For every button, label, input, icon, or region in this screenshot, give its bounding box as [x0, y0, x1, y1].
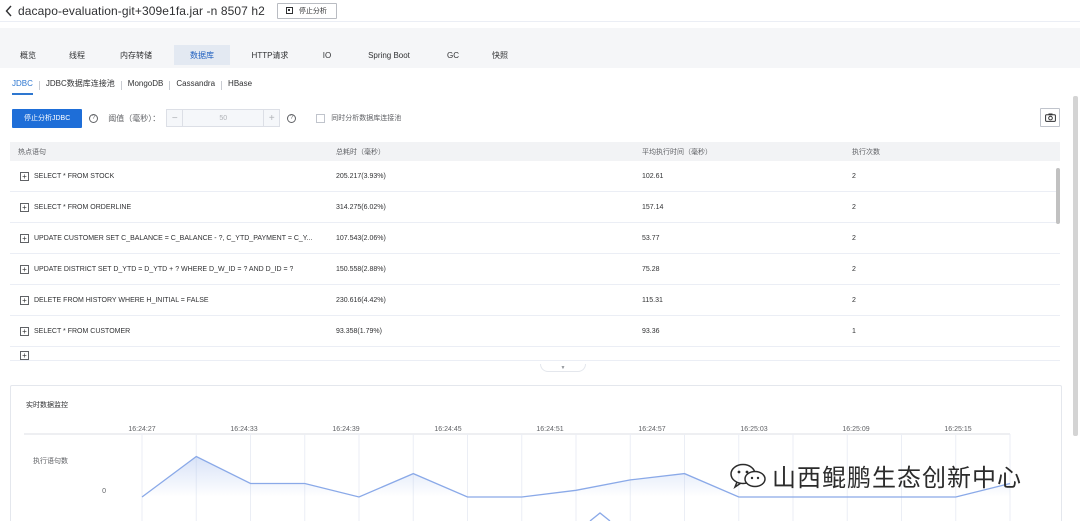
tab-overview[interactable]: 概览 — [0, 45, 56, 65]
wechat-icon — [730, 463, 766, 489]
stop-analysis-button[interactable]: 停止分析 — [276, 2, 337, 19]
tab-memory-dump[interactable]: 内存转储 — [98, 45, 174, 65]
total-time: 230.616(4.42%) — [336, 296, 386, 304]
sql-statement: UPDATE DISTRICT SET D_YTD = D_YTD + ? WH… — [34, 265, 294, 273]
sql-statement: SELECT * FROM ORDERLINE — [34, 203, 132, 211]
col-header-statement[interactable]: 热点语句 — [10, 147, 332, 157]
expand-icon[interactable]: + — [20, 171, 29, 181]
subtab-jdbc-pool[interactable]: JDBC数据库连接池 — [46, 77, 115, 93]
snapshot-camera-button[interactable] — [1040, 108, 1060, 127]
help-icon[interactable]: ? — [89, 113, 99, 123]
realtime-monitor-panel: 实时数据监控 — [10, 385, 1062, 521]
total-time: 314.275(6.02%) — [336, 203, 386, 211]
threshold-stepper[interactable]: − 50 + — [166, 109, 281, 127]
page-scrollbar[interactable] — [1073, 96, 1078, 436]
separator — [169, 80, 171, 90]
decrement-icon[interactable]: − — [167, 110, 184, 126]
jdbc-toolbar: 停止分析JDBC ? 阈值（毫秒）： − 50 + ? 同时分析数据库连接池 — [12, 108, 401, 128]
table-row[interactable]: + UPDATE CUSTOMER SET C_BALANCE = C_BALAN… — [10, 223, 1060, 254]
subtab-mongodb[interactable]: MongoDB — [128, 77, 164, 93]
total-time: 150.558(2.88%) — [336, 265, 386, 273]
increment-icon[interactable]: + — [263, 110, 280, 126]
stop-icon — [285, 7, 293, 14]
expand-icon[interactable]: + — [20, 264, 29, 274]
expand-icon[interactable]: + — [20, 202, 29, 212]
title-bar: dacapo-evaluation-git+309e1fa.jar -n 850… — [0, 0, 1080, 22]
total-time: 107.543(2.06%) — [336, 234, 386, 242]
table-row[interactable]: + SELECT * FROM CUSTOMER 93.358(1.79%) 93… — [10, 316, 1060, 347]
tab-snapshot[interactable]: 快照 — [472, 45, 528, 65]
panel-title: 实时数据监控 — [26, 402, 68, 409]
exec-count: 2 — [852, 203, 856, 211]
expand-icon[interactable]: + — [20, 295, 29, 305]
avg-time: 75.28 — [642, 265, 660, 273]
separator — [38, 80, 40, 90]
exec-count: 2 — [852, 296, 856, 304]
table-header: 热点语句 总耗时（毫秒） 平均执行时间（毫秒） 执行次数 — [10, 142, 1060, 161]
table-row[interactable]: + SELECT * FROM ORDERLINE 314.275(6.02%) … — [10, 192, 1060, 223]
exec-count: 1 — [852, 327, 856, 335]
separator — [221, 80, 223, 90]
avg-time: 157.14 — [642, 203, 664, 211]
total-time: 93.358(1.79%) — [336, 327, 382, 335]
collapse-toggle[interactable]: ▼ — [540, 364, 586, 372]
col-header-total-time[interactable]: 总耗时（毫秒） — [332, 147, 642, 157]
table-row-partial[interactable]: + — [10, 347, 1060, 361]
avg-time: 115.31 — [642, 296, 663, 304]
tab-database[interactable]: 数据库 — [174, 45, 230, 65]
table-scrollbar[interactable] — [1056, 168, 1060, 224]
tab-io[interactable]: IO — [310, 45, 344, 65]
exec-count: 2 — [852, 234, 856, 242]
expand-icon[interactable]: + — [20, 326, 29, 336]
tab-http-requests[interactable]: HTTP请求 — [230, 45, 310, 65]
subtab-jdbc[interactable]: JDBC — [12, 77, 33, 95]
expand-icon[interactable]: + — [20, 351, 29, 360]
exec-count: 2 — [852, 265, 856, 273]
tab-threads[interactable]: 线程 — [56, 45, 98, 65]
exec-count: 2 — [852, 172, 856, 180]
col-header-count[interactable]: 执行次数 — [852, 147, 1052, 157]
expand-icon[interactable]: + — [20, 233, 29, 243]
help-icon[interactable]: ? — [287, 113, 297, 123]
table-row[interactable]: + DELETE FROM HISTORY WHERE H_INITIAL = F… — [10, 285, 1060, 316]
threshold-value[interactable]: 50 — [183, 114, 264, 122]
avg-time: 93.36 — [642, 327, 660, 335]
back-arrow-icon[interactable] — [2, 4, 16, 18]
watermark: 山西鲲鹏生态创新中心 — [728, 458, 1022, 493]
sql-statement: UPDATE CUSTOMER SET C_BALANCE = C_BALANC… — [34, 234, 313, 242]
top-tabs: 概览 线程 内存转储 数据库 HTTP请求 IO Spring Boot GC … — [0, 45, 528, 65]
col-header-avg-time[interactable]: 平均执行时间（毫秒） — [642, 147, 852, 157]
stop-analysis-label: 停止分析 — [298, 7, 327, 15]
hot-statements-table: 热点语句 总耗时（毫秒） 平均执行时间（毫秒） 执行次数 + SELECT * F… — [10, 142, 1060, 368]
watermark-text: 山西鲲鹏生态创新中心 — [772, 464, 1022, 492]
sql-statement: SELECT * FROM CUSTOMER — [34, 327, 131, 335]
sql-statement: SELECT * FROM STOCK — [34, 172, 115, 180]
table-row[interactable]: + UPDATE DISTRICT SET D_YTD = D_YTD + ? W… — [10, 254, 1060, 285]
analyze-pool-label: 同时分析数据库连接池 — [331, 115, 402, 122]
total-time: 205.217(3.93%) — [336, 172, 386, 180]
sql-statement: DELETE FROM HISTORY WHERE H_INITIAL = FA… — [34, 296, 209, 304]
separator — [120, 80, 122, 90]
threshold-label: 阈值（毫秒）： — [108, 113, 161, 123]
avg-time: 53.77 — [642, 234, 660, 242]
avg-time: 102.61 — [642, 172, 664, 180]
analyze-pool-checkbox[interactable] — [316, 113, 326, 123]
tab-spring-boot[interactable]: Spring Boot — [344, 45, 434, 65]
tab-gc[interactable]: GC — [434, 45, 472, 65]
stop-jdbc-analysis-button[interactable]: 停止分析JDBC — [12, 108, 83, 128]
table-row[interactable]: + SELECT * FROM STOCK 205.217(3.93%) 102.… — [10, 161, 1060, 192]
subtab-cassandra[interactable]: Cassandra — [176, 77, 215, 93]
sub-tabs: JDBC JDBC数据库连接池 MongoDB Cassandra HBase — [12, 76, 252, 95]
subtab-hbase[interactable]: HBase — [228, 77, 252, 93]
app-title: dacapo-evaluation-git+309e1fa.jar -n 850… — [18, 3, 265, 18]
camera-icon — [1044, 113, 1056, 122]
